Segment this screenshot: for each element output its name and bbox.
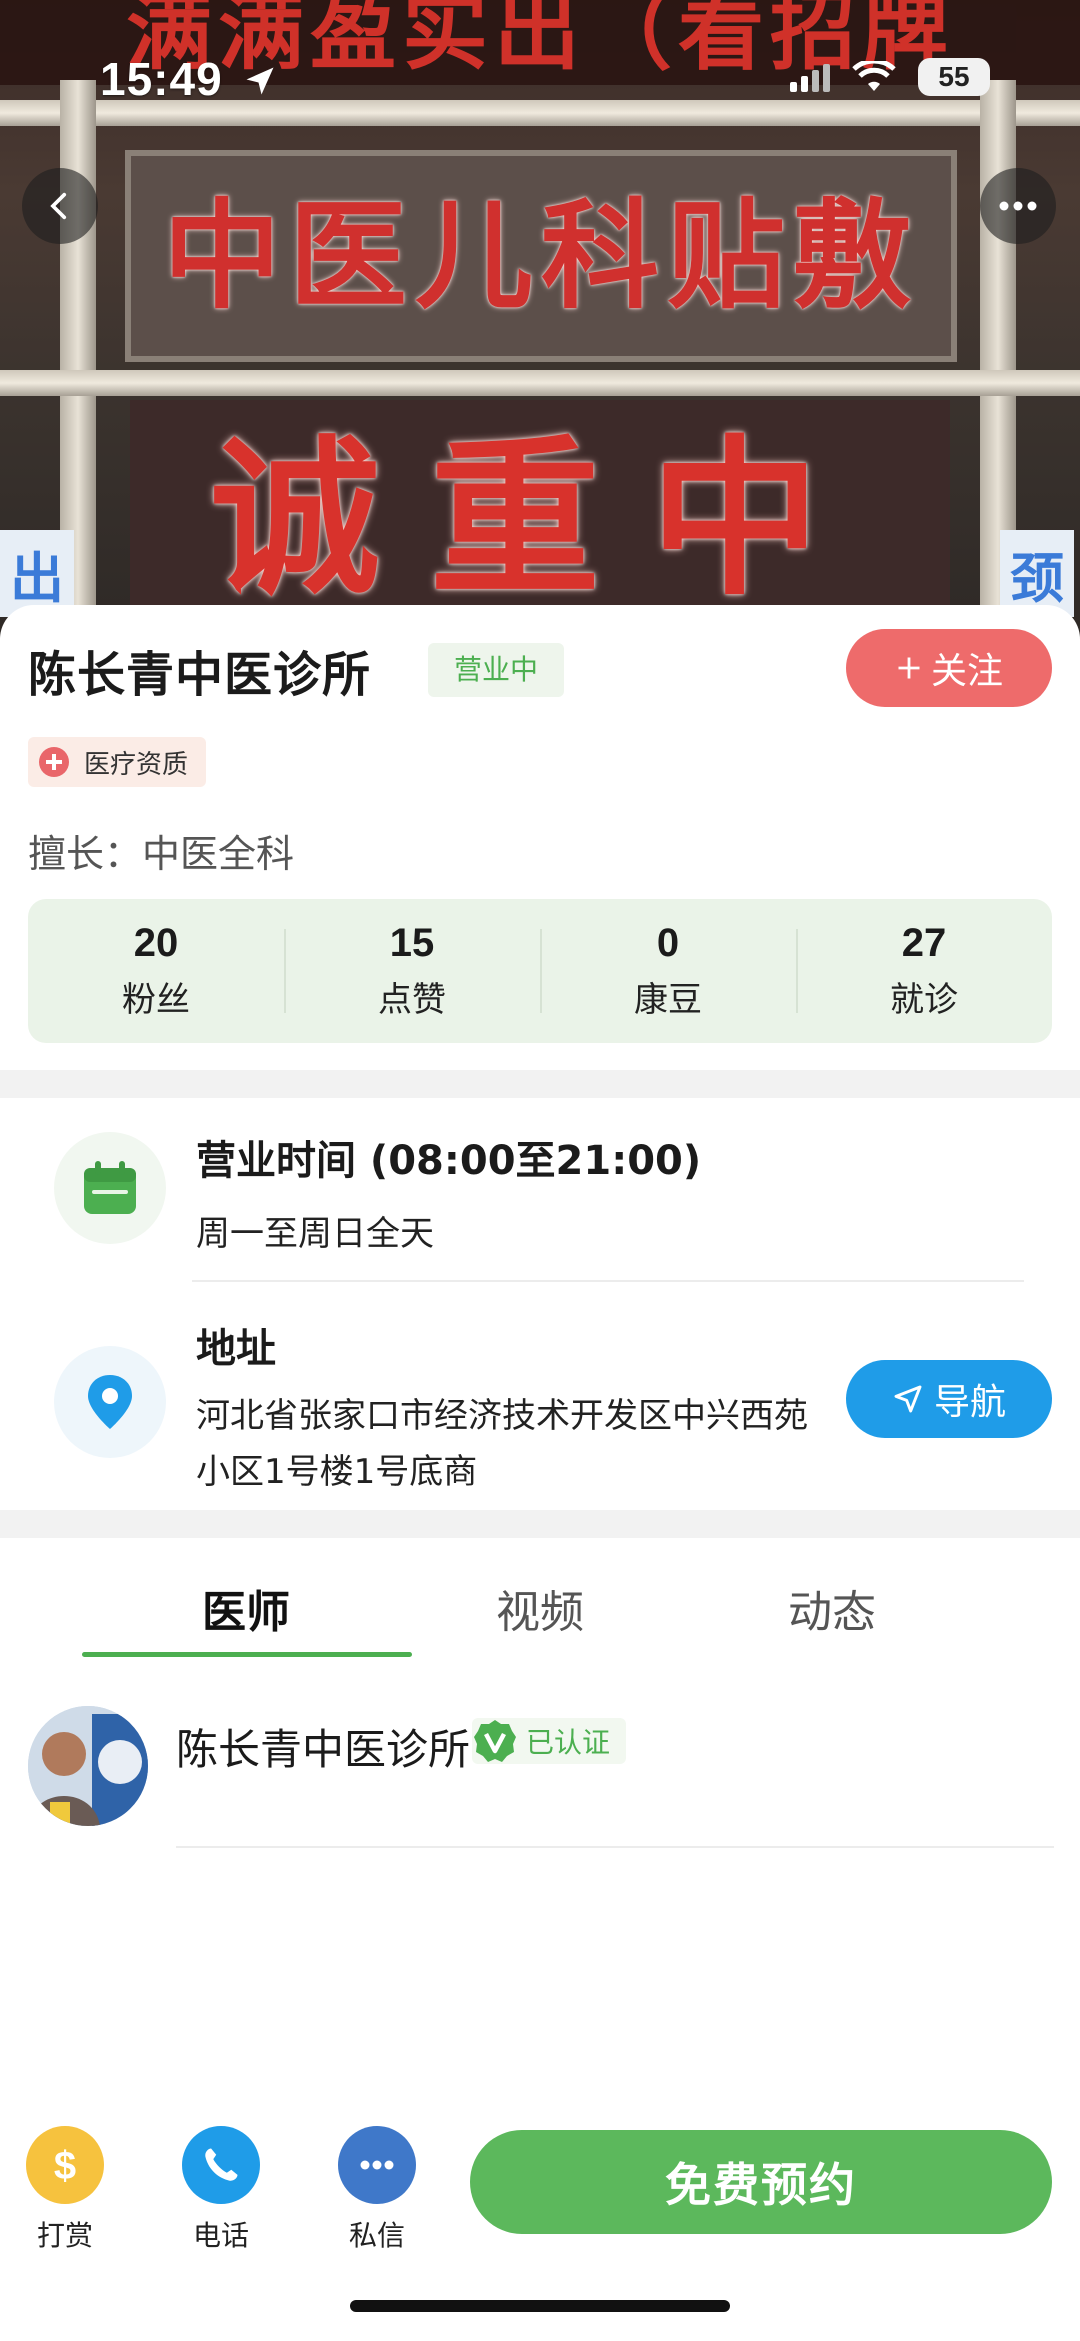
avatar-photo xyxy=(28,1706,148,1826)
status-time: 15:49 xyxy=(100,52,278,106)
hours-address-section: 营业时间 (08:00至21:00) 周一至周日全天 地址 河北省张家口市经济技… xyxy=(0,1098,1080,1508)
phone-button[interactable]: 电话 xyxy=(166,2126,276,2254)
clinic-info-card: 陈长青中医诊所 营业中 关注 医疗资质 擅长：中医全科 20 粉丝 15 点赞 0康… xyxy=(0,605,1080,1070)
calendar-icon xyxy=(84,1161,136,1214)
svg-text:$: $ xyxy=(54,2144,76,2188)
stats-panel: 20 粉丝 15 点赞 0 康豆 27 就诊 xyxy=(28,899,1052,1043)
hero-side-sign: 出 xyxy=(0,530,74,617)
tab-doctors[interactable]: 医师 xyxy=(202,1576,290,1640)
plus-icon xyxy=(898,657,920,679)
status-icons: 55 xyxy=(790,58,990,96)
doctor-list-item[interactable]: 陈长青中医诊所 已认证 xyxy=(0,1700,1080,1850)
location-icon-wrap xyxy=(54,1346,166,1458)
divider xyxy=(176,1846,1054,1848)
business-hours-title: 营业时间 (08:00至21:00) xyxy=(196,1138,702,1184)
chat-icon xyxy=(338,2126,416,2204)
hero-side-sign: 颈 xyxy=(1000,530,1074,617)
address-text: 河北省张家口市经济技术开发区中兴西苑小区1号楼1号底商 xyxy=(196,1396,808,1492)
stat-kangdou[interactable]: 0 康豆 xyxy=(540,899,796,1043)
dollar-icon: $ xyxy=(26,2126,104,2204)
stat-visits[interactable]: 27 就诊 xyxy=(796,899,1052,1043)
phone-icon xyxy=(182,2126,260,2204)
qualification-label: 医疗资质 xyxy=(84,749,189,780)
business-hours-detail: 周一至周日全天 xyxy=(196,1214,434,1254)
verified-check-icon xyxy=(474,1720,516,1762)
navigation-arrow-icon xyxy=(894,1385,922,1413)
navigate-button[interactable]: 导航 xyxy=(846,1360,1052,1438)
hero-beam xyxy=(0,370,1080,396)
address-title: 地址 xyxy=(196,1326,276,1372)
location-arrow-icon xyxy=(246,67,274,95)
message-button[interactable]: 私信 xyxy=(322,2126,432,2254)
more-dots-icon xyxy=(999,201,1037,211)
status-bar: 15:49 55 xyxy=(0,0,1080,160)
section-separator xyxy=(0,1070,1080,1098)
verified-badge: 已认证 xyxy=(472,1718,627,1764)
tab-videos[interactable]: 视频 xyxy=(496,1576,584,1640)
battery-indicator: 55 xyxy=(918,58,990,96)
location-pin-icon xyxy=(88,1375,132,1429)
specialty-text: 擅长：中医全科 xyxy=(28,832,295,876)
stat-likes[interactable]: 15 点赞 xyxy=(284,899,540,1043)
home-indicator xyxy=(350,2300,730,2312)
wifi-icon xyxy=(852,61,896,91)
medical-qualification-badge[interactable]: 医疗资质 xyxy=(28,737,207,787)
divider xyxy=(192,1280,1024,1282)
signal-icon xyxy=(790,64,830,92)
tab-posts[interactable]: 动态 xyxy=(788,1576,876,1640)
chevron-left-icon xyxy=(50,192,67,220)
follow-label: 关注 xyxy=(930,651,1003,692)
clinic-name: 陈长青中医诊所 xyxy=(28,647,372,703)
section-separator xyxy=(0,1510,1080,1538)
avatar xyxy=(28,1706,148,1826)
open-status-badge: 营业中 xyxy=(428,643,565,697)
follow-button[interactable]: 关注 xyxy=(846,629,1052,707)
free-booking-button[interactable]: 免费预约 xyxy=(470,2130,1052,2234)
medical-cross-icon xyxy=(39,747,69,777)
calendar-icon-wrap xyxy=(54,1132,166,1244)
back-button[interactable] xyxy=(22,168,98,244)
hero-sign-upper: 中医儿科贴敷 xyxy=(125,150,957,362)
content-tabs: 医师 视频 动态 xyxy=(0,1538,1080,1658)
active-tab-indicator xyxy=(82,1652,412,1657)
tip-button[interactable]: $ 打赏 xyxy=(10,2126,120,2254)
hero-sign-lower: 诚重中医 xyxy=(130,400,950,640)
more-button[interactable] xyxy=(980,168,1056,244)
stat-fans[interactable]: 20 粉丝 xyxy=(28,899,284,1043)
navigate-label: 导航 xyxy=(933,1382,1006,1423)
verified-label: 已认证 xyxy=(526,1726,611,1759)
doctor-name: 陈长青中医诊所 xyxy=(176,1725,471,1774)
